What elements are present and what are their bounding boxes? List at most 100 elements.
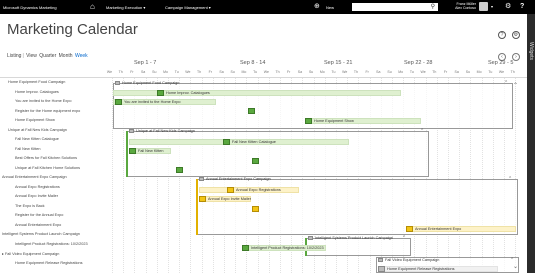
collapse-icon[interactable]: ⌃ [504, 80, 508, 86]
app-brand[interactable]: Microsoft Dynamics Marketing [3, 5, 57, 10]
row-label[interactable]: Annual Expo Registrations [15, 185, 60, 189]
registration-icon[interactable] [248, 108, 255, 114]
avatar[interactable] [479, 2, 488, 11]
bar-label[interactable]: Unique at Fall New Kids Campaign [136, 129, 195, 133]
collapse-icon[interactable]: ⌃ [420, 128, 424, 134]
row-label[interactable]: Home Equipment Food Campaign [8, 80, 65, 84]
email-icon[interactable] [176, 167, 183, 173]
help-icon[interactable]: ? [498, 31, 506, 39]
bar-label[interactable]: Intelligent Product Registrations: 10/2/… [251, 246, 324, 250]
day-label: Fr [365, 70, 369, 74]
day-label: Fr [208, 70, 212, 74]
search-icon[interactable]: ⚲ [431, 3, 435, 11]
day-label: Th [432, 70, 437, 74]
gear-icon[interactable]: ⚙ [505, 3, 511, 11]
week-label: Sep 1 - 7 [134, 60, 157, 66]
listing-link[interactable]: Listing [7, 53, 21, 59]
row-label[interactable]: Unique at Fall Kitchen Home Solutions [15, 166, 80, 170]
week-header: Sep 1 - 7 Sep 8 - 14 Sep 15 - 21 Sep 22 … [110, 60, 527, 67]
row-label[interactable]: Annual Expo Invite Mailer [15, 194, 58, 198]
breadcrumb-campaign-management[interactable]: Campaign Management ▾ [165, 5, 211, 10]
help-icon[interactable]: ? [520, 3, 524, 11]
new-label[interactable]: New [326, 5, 334, 10]
gridline [515, 78, 517, 273]
campaign-icon [129, 129, 134, 133]
registration-icon [378, 266, 385, 272]
week-link[interactable]: Week [75, 53, 88, 59]
row-label[interactable]: Home Equipment Show [15, 118, 55, 122]
week-label: Sep 8 - 14 [240, 60, 266, 66]
day-label: Th [510, 70, 515, 74]
email-icon [129, 148, 136, 154]
breadcrumb-marketing-execution[interactable]: Marketing Execution ▾ [106, 5, 145, 10]
chevron-down-icon[interactable]: ▾ [491, 4, 493, 9]
scroll-down-icon[interactable]: ⌄ [513, 263, 518, 270]
row-label[interactable]: Annual Entertainment Expo [15, 223, 61, 227]
bar-label[interactable]: Fall New Kitten Catalogue [232, 140, 276, 144]
widgets-panel[interactable]: Widgets [527, 14, 535, 273]
day-label: Th [197, 70, 202, 74]
row-label[interactable]: Register for the Annual Expo [15, 213, 63, 217]
day-label: Sa [376, 70, 381, 74]
row-label[interactable]: Home Equipment Release Registrations [15, 261, 83, 265]
week-label: Sep 29 - 5 [488, 60, 514, 66]
day-label: Fr [130, 70, 134, 74]
user-info[interactable]: Franz Müller Alex Contoso [452, 2, 476, 10]
row-label[interactable]: Intelligent Product Registrations: 10/2/… [15, 242, 88, 246]
row-label[interactable]: Annual Entertainment Expo Campaign [2, 175, 67, 179]
row-label[interactable]: Unique at Fall New Kids Campaign [8, 128, 67, 132]
row-label[interactable]: Fall New Kitten Catalogue [15, 137, 59, 141]
bar-label[interactable]: Annual Expo Registrations [236, 188, 281, 192]
day-label: We [342, 70, 348, 74]
bar-label[interactable]: Home Equipment Food Campaign [122, 81, 179, 85]
campaign-container[interactable] [126, 131, 429, 177]
day-label: Tu [488, 70, 493, 74]
bar-label[interactable]: Annual Expo Invite Mailer [208, 197, 251, 201]
row-label[interactable]: Fall New Kitten [15, 147, 41, 151]
row-label[interactable]: The Expo is Back [15, 204, 45, 208]
campaign-accent [196, 179, 198, 235]
settings-icon[interactable]: ⚙ [512, 31, 520, 39]
row-label[interactable]: Home Improv. Catalogues [15, 90, 59, 94]
registration-icon [242, 245, 249, 251]
bar-label[interactable]: Home Improv. Catalogues [166, 91, 210, 95]
home-icon[interactable]: ⌂ [90, 3, 95, 11]
bar-label[interactable]: Home Equipment Release Registrations [387, 267, 455, 271]
bar-label[interactable]: Annual Entertainment Expo [415, 227, 461, 231]
day-label: Tu [409, 70, 414, 74]
widgets-panel-label: Widgets [528, 42, 534, 61]
row-label[interactable]: ▸ Fall Video Equipment Campaign [2, 251, 59, 256]
row-label[interactable]: Best Offers for Fall Kitchen Solutions [15, 156, 77, 160]
email-icon [115, 99, 122, 105]
collapse-icon[interactable]: ⌃ [508, 176, 512, 182]
view-switcher: Listing| View Quarter Month Week [7, 53, 89, 59]
row-label[interactable]: Register for the Home equipment expo [15, 109, 80, 113]
day-label: Sa [297, 70, 303, 74]
bar-label[interactable]: Fall Video Equipment Campaign [385, 258, 439, 262]
calendar-grid[interactable]: Home Equipment Food Campaign ⌃ Home Impr… [112, 78, 519, 273]
month-link[interactable]: Month [59, 53, 73, 59]
day-label: We [106, 70, 113, 74]
bar-label[interactable]: Fall New Kitten [138, 149, 164, 153]
campaign-icon [115, 81, 120, 85]
row-label[interactable]: Intelligent Systems Product Launch Campa… [2, 232, 80, 236]
event-icon [406, 226, 413, 232]
day-label: Fr [443, 70, 448, 74]
new-icon[interactable]: ⊕ [314, 3, 320, 11]
bar-label[interactable]: You are invited to the Home Expo [124, 100, 180, 104]
quarter-link[interactable]: Quarter [39, 53, 56, 59]
row-label[interactable]: You are invited to the Home Expo [15, 99, 71, 103]
offer-icon[interactable] [252, 206, 259, 212]
search-input[interactable]: ⚲ [352, 3, 438, 11]
bar-label[interactable]: Annual Entertainment Expo Campaign [206, 177, 271, 181]
divider: | [22, 53, 24, 59]
bar-label[interactable]: Intelligent Systems Product Launch Campa… [315, 236, 393, 240]
offer-icon[interactable] [252, 158, 259, 164]
collapse-icon[interactable]: ⌃ [402, 235, 406, 241]
bar-label[interactable]: Home Equipment Show [314, 119, 354, 123]
day-label: Mo [319, 70, 325, 74]
catalogue-icon [157, 90, 164, 96]
day-label: Su [308, 70, 314, 74]
event-icon [305, 118, 312, 124]
scroll-up-icon[interactable]: ⌃ [513, 82, 518, 89]
